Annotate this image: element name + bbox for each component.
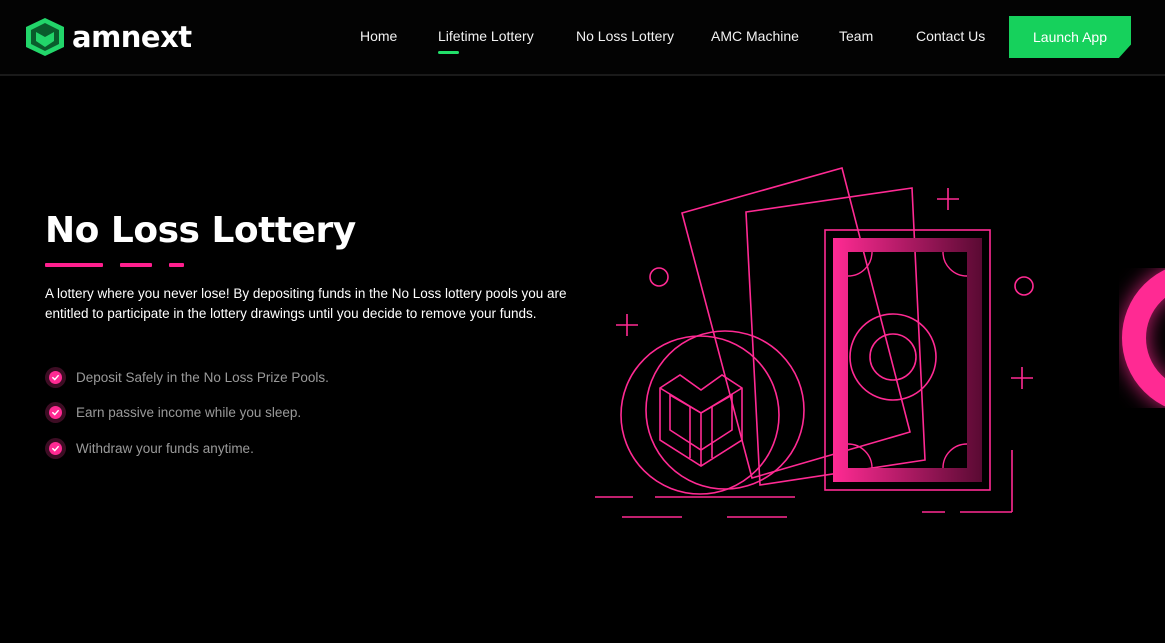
nav-item-lifetime-lottery[interactable]: Lifetime Lottery	[438, 28, 534, 54]
title-underline-segment	[120, 263, 152, 267]
check-circle-icon	[45, 437, 66, 459]
feature-list: Deposit Safely in the No Loss Prize Pool…	[45, 366, 329, 473]
coin-and-banknote-icon	[595, 167, 1034, 518]
feature-text: Deposit Safely in the No Loss Prize Pool…	[76, 369, 329, 385]
page-title: No Loss Lottery	[45, 210, 356, 251]
list-item: Deposit Safely in the No Loss Prize Pool…	[45, 366, 329, 388]
hero-description: A lottery where you never lose! By depos…	[45, 286, 567, 321]
decorative-ring-icon	[1122, 269, 1165, 407]
nav-item-team[interactable]: Team	[839, 28, 873, 44]
nav-item-contact-us[interactable]: Contact Us	[916, 28, 985, 44]
main-nav: Home Lifetime Lottery No Loss Lottery AM…	[0, 0, 1165, 76]
check-circle-icon	[45, 402, 66, 423]
launch-app-button[interactable]: Launch App	[1009, 16, 1131, 58]
nav-item-amc-machine[interactable]: AMC Machine	[711, 28, 799, 44]
feature-text: Earn passive income while you sleep.	[76, 405, 302, 420]
list-item: Withdraw your funds anytime.	[45, 437, 329, 459]
check-circle-icon	[45, 366, 66, 388]
list-item: Earn passive income while you sleep.	[45, 402, 329, 424]
feature-text: Withdraw your funds anytime.	[76, 440, 254, 456]
title-underline-segment	[169, 263, 184, 267]
site-header: amnext Home Lifetime Lottery No Loss Lot…	[0, 0, 1165, 76]
title-underline-segment	[45, 263, 103, 267]
nav-item-home[interactable]: Home	[360, 28, 397, 44]
nav-item-no-loss-lottery[interactable]: No Loss Lottery	[576, 28, 674, 44]
